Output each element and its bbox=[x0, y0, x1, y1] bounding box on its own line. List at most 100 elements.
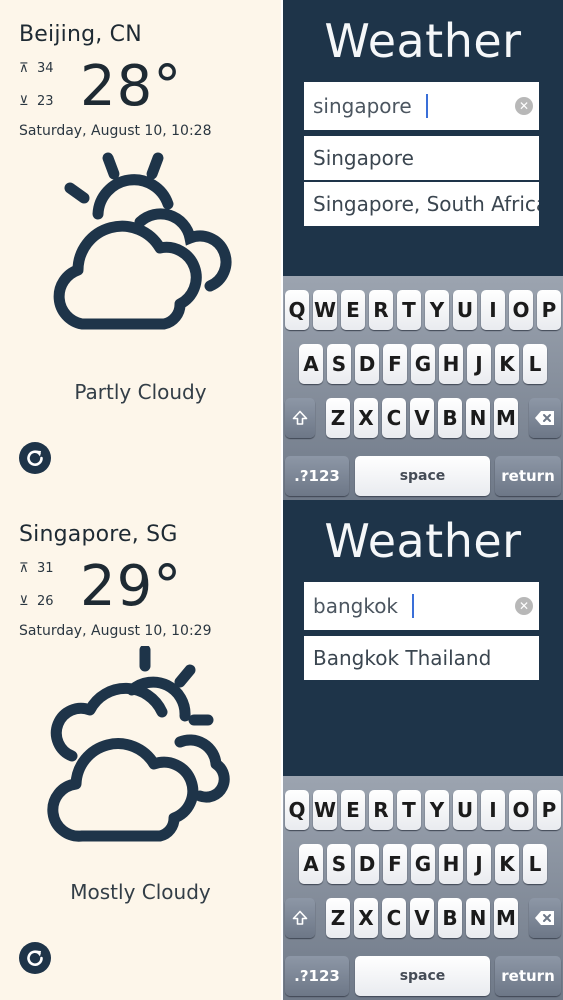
app-title: Weather bbox=[324, 514, 522, 568]
clear-search-button[interactable]: ✕ bbox=[515, 597, 533, 615]
key-c[interactable]: C bbox=[382, 898, 406, 938]
high-arrow-icon: ⊼ bbox=[19, 561, 29, 576]
key-e[interactable]: E bbox=[341, 790, 365, 830]
key-p[interactable]: P bbox=[537, 790, 561, 830]
clear-search-button[interactable]: ✕ bbox=[515, 97, 533, 115]
app-title: Weather bbox=[324, 14, 522, 68]
key-t[interactable]: T bbox=[397, 290, 421, 330]
search-box: ✕ bbox=[304, 582, 539, 630]
key-l[interactable]: L bbox=[523, 844, 547, 884]
space-key[interactable]: space bbox=[355, 456, 490, 496]
key-f[interactable]: F bbox=[383, 844, 407, 884]
refresh-button[interactable] bbox=[19, 442, 51, 474]
key-d[interactable]: D bbox=[355, 344, 379, 384]
partly-cloudy-icon bbox=[53, 152, 232, 330]
key-l[interactable]: L bbox=[523, 344, 547, 384]
suggestion-item[interactable]: Bangkok Thailand bbox=[304, 636, 539, 680]
high-temp-value: 31 bbox=[37, 561, 54, 576]
keyboard: Q W E R T Y U I O P A S D F G H J K L Z … bbox=[283, 776, 563, 1000]
key-h[interactable]: H bbox=[439, 344, 463, 384]
return-key[interactable]: return bbox=[495, 956, 561, 996]
shift-key[interactable] bbox=[285, 398, 315, 438]
clear-icon: ✕ bbox=[518, 599, 530, 613]
key-y[interactable]: Y bbox=[425, 790, 449, 830]
key-e[interactable]: E bbox=[341, 290, 365, 330]
key-k[interactable]: K bbox=[495, 344, 519, 384]
key-z[interactable]: Z bbox=[326, 398, 350, 438]
key-a[interactable]: A bbox=[299, 844, 323, 884]
key-s[interactable]: S bbox=[327, 344, 351, 384]
weather-panel-2: Singapore, SG ⊼ 31 ⊻ 26 29° Saturday, Augu… bbox=[0, 500, 281, 1000]
key-i[interactable]: I bbox=[481, 790, 505, 830]
high-arrow-icon: ⊼ bbox=[19, 61, 29, 76]
key-c[interactable]: C bbox=[382, 398, 406, 438]
low-arrow-icon: ⊻ bbox=[19, 94, 29, 109]
current-temperature: 29° bbox=[80, 554, 183, 619]
shift-icon bbox=[292, 910, 308, 925]
numbers-key[interactable]: .?123 bbox=[285, 456, 349, 496]
key-b[interactable]: B bbox=[438, 398, 462, 438]
keyboard: Q W E R T Y U I O P A S D F G H J K L Z … bbox=[283, 276, 563, 500]
key-x[interactable]: X bbox=[354, 398, 378, 438]
key-h[interactable]: H bbox=[439, 844, 463, 884]
key-r[interactable]: R bbox=[369, 290, 393, 330]
search-input[interactable] bbox=[304, 582, 513, 630]
weather-condition: Mostly Cloudy bbox=[70, 880, 211, 904]
shift-key[interactable] bbox=[285, 898, 315, 938]
key-q[interactable]: Q bbox=[285, 290, 309, 330]
key-m[interactable]: M bbox=[494, 398, 518, 438]
space-key[interactable]: space bbox=[355, 956, 490, 996]
key-g[interactable]: G bbox=[411, 844, 435, 884]
keyboard-row-1: Q W E R T Y U I O P bbox=[283, 290, 563, 330]
keyboard-row-3: Z X C V B N M bbox=[283, 398, 563, 438]
date-time: Saturday, August 10, 10:28 bbox=[19, 123, 212, 139]
return-key[interactable]: return bbox=[495, 456, 561, 496]
key-z[interactable]: Z bbox=[326, 898, 350, 938]
key-f[interactable]: F bbox=[383, 344, 407, 384]
numbers-key[interactable]: .?123 bbox=[285, 956, 349, 996]
city-name: Beijing, CN bbox=[19, 22, 142, 47]
key-k[interactable]: K bbox=[495, 844, 519, 884]
key-w[interactable]: W bbox=[313, 790, 337, 830]
key-v[interactable]: V bbox=[410, 898, 434, 938]
key-q[interactable]: Q bbox=[285, 790, 309, 830]
clear-icon: ✕ bbox=[518, 99, 530, 113]
key-r[interactable]: R bbox=[369, 790, 393, 830]
suggestion-item[interactable]: Singapore, South Africa bbox=[304, 182, 539, 226]
key-v[interactable]: V bbox=[410, 398, 434, 438]
key-u[interactable]: U bbox=[453, 790, 477, 830]
key-p[interactable]: P bbox=[537, 290, 561, 330]
keyboard-row-1: Q W E R T Y U I O P bbox=[283, 790, 563, 830]
key-j[interactable]: J bbox=[467, 844, 491, 884]
backspace-key[interactable] bbox=[529, 398, 561, 438]
key-n[interactable]: N bbox=[466, 398, 490, 438]
key-y[interactable]: Y bbox=[425, 290, 449, 330]
search-input[interactable] bbox=[304, 82, 513, 130]
key-w[interactable]: W bbox=[313, 290, 337, 330]
key-o[interactable]: O bbox=[509, 790, 533, 830]
key-t[interactable]: T bbox=[397, 790, 421, 830]
low-temp: ⊻ 23 bbox=[19, 94, 54, 109]
weather-condition: Partly Cloudy bbox=[74, 380, 207, 404]
key-d[interactable]: D bbox=[355, 844, 379, 884]
key-a[interactable]: A bbox=[299, 344, 323, 384]
key-m[interactable]: M bbox=[494, 898, 518, 938]
key-s[interactable]: S bbox=[327, 844, 351, 884]
key-o[interactable]: O bbox=[509, 290, 533, 330]
backspace-key[interactable] bbox=[529, 898, 561, 938]
date-time: Saturday, August 10, 10:29 bbox=[19, 623, 212, 639]
keyboard-row-4: .?123 space return bbox=[283, 956, 563, 996]
key-x[interactable]: X bbox=[354, 898, 378, 938]
key-g[interactable]: G bbox=[411, 344, 435, 384]
key-n[interactable]: N bbox=[466, 898, 490, 938]
key-b[interactable]: B bbox=[438, 898, 462, 938]
key-j[interactable]: J bbox=[467, 344, 491, 384]
keyboard-row-4: .?123 space return bbox=[283, 456, 563, 496]
refresh-icon bbox=[27, 450, 43, 466]
key-i[interactable]: I bbox=[481, 290, 505, 330]
refresh-button[interactable] bbox=[19, 942, 51, 974]
key-u[interactable]: U bbox=[453, 290, 477, 330]
search-panel-2: Weather ✕ Bangkok Thailand Q W E R T Y U… bbox=[283, 500, 563, 1000]
search-box: ✕ bbox=[304, 82, 539, 130]
suggestion-item[interactable]: Singapore bbox=[304, 136, 539, 180]
